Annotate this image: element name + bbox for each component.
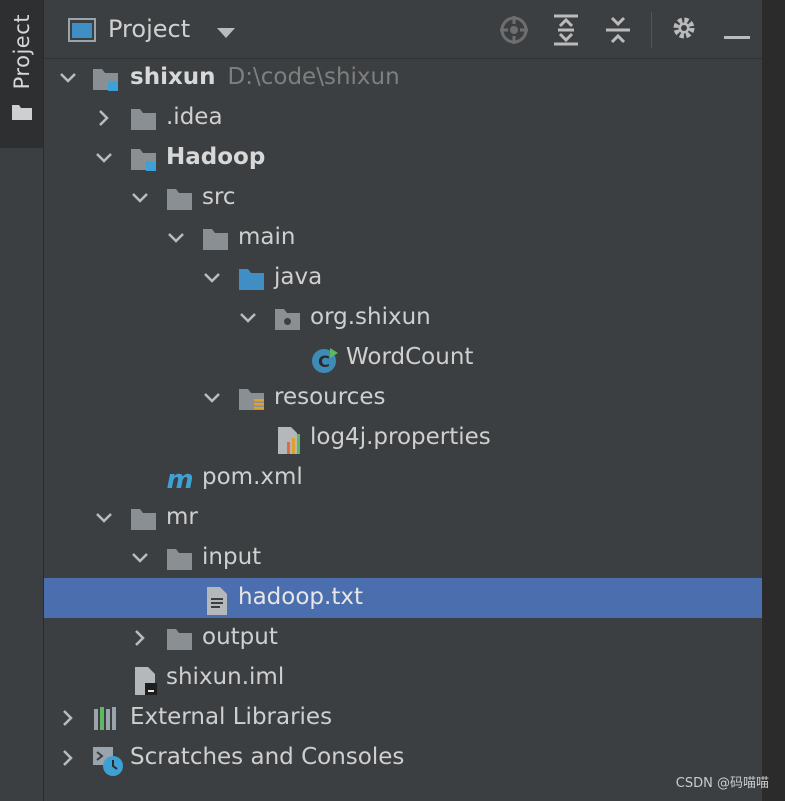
tree-label: hadoop.txt: [238, 584, 363, 610]
collapse-all-icon[interactable]: [604, 14, 632, 50]
project-tool-tab-label: Project: [10, 14, 34, 90]
gear-icon[interactable]: [670, 14, 698, 46]
tree-node-main[interactable]: main: [44, 218, 762, 258]
chevron-down-icon[interactable]: [202, 268, 222, 288]
module-folder-icon: [130, 146, 156, 171]
view-selector-label[interactable]: Project: [108, 15, 190, 43]
tree-node-org-shixun[interactable]: org.shixun: [44, 298, 762, 338]
chevron-right-icon[interactable]: [58, 748, 78, 768]
tree-label: resources: [274, 384, 386, 410]
properties-file-icon: [274, 426, 300, 454]
library-icon: [92, 706, 118, 730]
scratches-icon: [92, 746, 123, 776]
editor-edge: [762, 0, 785, 801]
source-folder-icon: [238, 266, 264, 290]
tree-label: WordCount: [346, 344, 474, 370]
tree-node-shixun[interactable]: shixun D:\code\shixun: [44, 58, 762, 98]
java-class-icon: C: [310, 346, 338, 373]
module-folder-icon: [92, 66, 118, 91]
tree-node-log4j[interactable]: log4j.properties: [44, 418, 762, 458]
tree-label: .idea: [166, 104, 223, 130]
chevron-down-icon[interactable]: [94, 508, 114, 528]
tree-label: pom.xml: [202, 464, 303, 490]
tree-node-wordcount[interactable]: C WordCount: [44, 338, 762, 378]
tree-node-hadoop-txt[interactable]: hadoop.txt: [44, 578, 762, 618]
tree-label: mr: [166, 504, 198, 530]
module-file-icon: [132, 666, 158, 695]
chevron-down-icon[interactable]: [130, 188, 150, 208]
tree-node-resources[interactable]: resources: [44, 378, 762, 418]
minimize-icon[interactable]: [724, 26, 750, 45]
folder-icon: [130, 506, 156, 530]
tree-label: main: [238, 224, 296, 250]
chevron-right-icon[interactable]: [130, 628, 150, 648]
project-tool-tab[interactable]: Project: [0, 0, 43, 148]
folder-icon: [202, 226, 228, 250]
folder-icon: [12, 104, 32, 124]
maven-icon: m: [164, 465, 193, 495]
folder-icon: [166, 186, 192, 210]
tree-node-idea[interactable]: .idea: [44, 98, 762, 138]
tree-label: External Libraries: [130, 704, 333, 730]
svg-text:m: m: [166, 466, 193, 494]
project-toolbar: Project: [44, 0, 762, 59]
tree-node-hadoop[interactable]: Hadoop: [44, 138, 762, 178]
tree-node-src[interactable]: src: [44, 178, 762, 218]
chevron-down-icon[interactable]: [58, 68, 78, 88]
chevron-down-icon[interactable]: [238, 308, 258, 328]
tool-window-stripe: Project: [0, 0, 44, 801]
chevron-down-icon[interactable]: [130, 548, 150, 568]
tree-label: java: [274, 264, 323, 290]
tree-label: Hadoop: [166, 144, 266, 170]
tree-node-shixun-iml[interactable]: shixun.iml: [44, 658, 762, 698]
folder-icon: [166, 546, 192, 570]
tree-label: src: [202, 184, 236, 210]
expand-all-icon[interactable]: [552, 14, 580, 50]
chevron-right-icon[interactable]: [94, 108, 114, 128]
tree-node-output[interactable]: output: [44, 618, 762, 658]
package-icon: [274, 306, 300, 330]
tree-node-input[interactable]: input: [44, 538, 762, 578]
resources-folder-icon: [238, 386, 264, 410]
chevron-down-icon[interactable]: [166, 228, 186, 248]
tree-node-scratches[interactable]: Scratches and Consoles: [44, 738, 762, 778]
tree-label: output: [202, 624, 278, 650]
tree-node-java[interactable]: java: [44, 258, 762, 298]
text-file-icon: [204, 586, 230, 615]
project-tree: shixun D:\code\shixun .idea Hadoop src ma…: [44, 58, 762, 778]
tree-node-external-libraries[interactable]: External Libraries: [44, 698, 762, 738]
tree-label: Scratches and Consoles: [130, 744, 405, 770]
project-view-icon: [68, 18, 96, 46]
svg-text:C: C: [318, 352, 330, 371]
tree-node-mr[interactable]: mr: [44, 498, 762, 538]
tree-label: input: [202, 544, 262, 570]
tree-label: log4j.properties: [310, 424, 491, 450]
chevron-right-icon[interactable]: [58, 708, 78, 728]
locate-icon[interactable]: [498, 14, 530, 50]
chevron-down-icon[interactable]: [94, 148, 114, 168]
folder-icon: [130, 106, 156, 130]
tree-label: shixun.iml: [166, 664, 285, 690]
folder-icon: [166, 626, 192, 650]
chevron-down-icon[interactable]: [202, 388, 222, 408]
chevron-down-icon[interactable]: [216, 24, 236, 43]
toolbar-separator: [651, 12, 652, 48]
project-path: D:\code\shixun: [227, 64, 400, 90]
watermark: CSDN @码喵喵: [675, 776, 769, 791]
tree-label: shixun D:\code\shixun: [130, 64, 400, 90]
tree-node-pom[interactable]: m pom.xml: [44, 458, 762, 498]
tree-label: org.shixun: [310, 304, 431, 330]
